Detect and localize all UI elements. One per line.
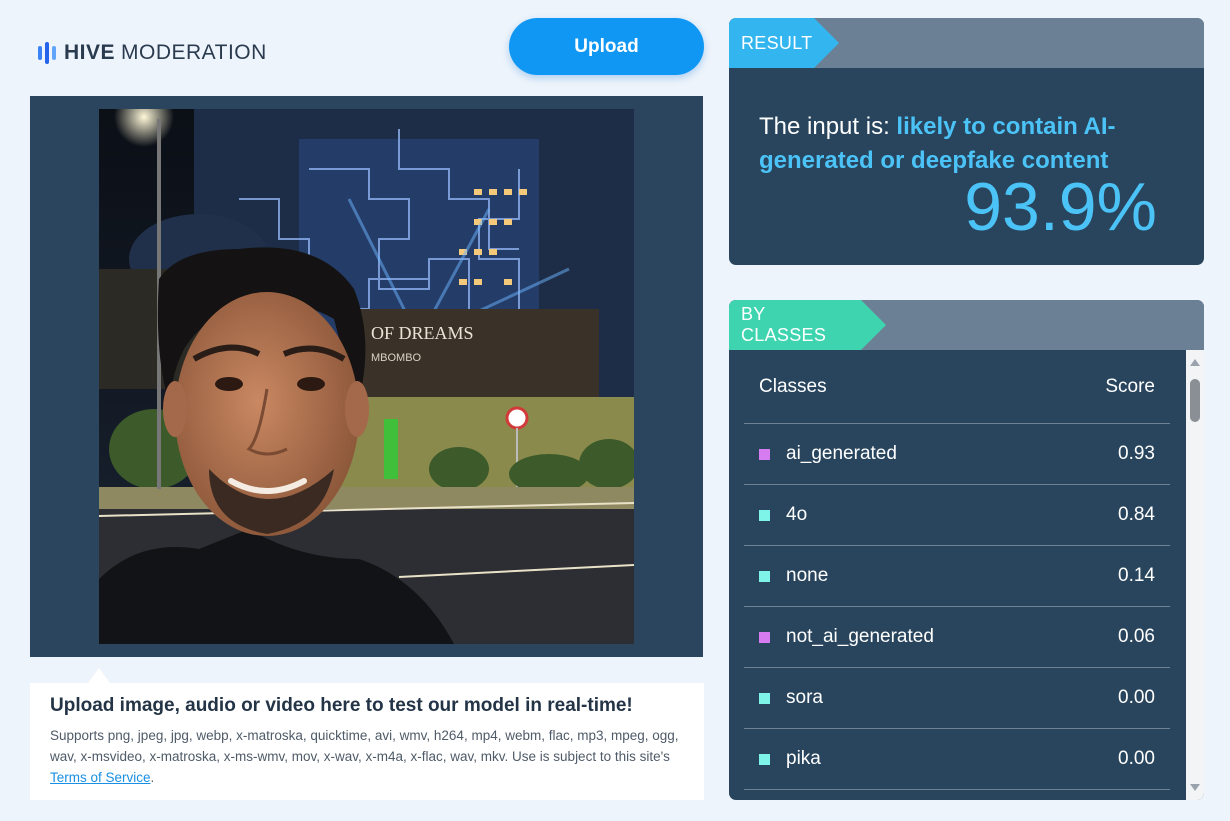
table-row: ai_generated 0.93 <box>744 424 1170 485</box>
info-pointer <box>88 668 110 683</box>
verdict-prefix: The input is: <box>759 113 897 140</box>
table-row: none 0.14 <box>744 546 1170 607</box>
class-color-swatch <box>759 753 770 765</box>
class-name: not_ai_generated <box>786 626 934 647</box>
table-row: 4o 0.84 <box>744 485 1170 546</box>
class-score: 0.00 <box>1118 687 1155 708</box>
classes-table: Classes Score ai_generated 0.93 4o 0.84 … <box>744 350 1170 790</box>
supported-formats: Supports png, jpeg, jpg, webp, x-matrosk… <box>50 728 679 764</box>
class-color-swatch <box>759 570 770 582</box>
table-row: not_ai_generated 0.06 <box>744 607 1170 668</box>
class-name: pika <box>786 748 821 769</box>
by-classes-tag: BY CLASSES <box>729 300 886 350</box>
class-color-swatch <box>759 509 770 521</box>
table-row: sora 0.00 <box>744 668 1170 729</box>
column-classes: Classes <box>759 375 827 397</box>
class-score: 0.14 <box>1118 565 1155 586</box>
class-score: 0.93 <box>1118 443 1155 464</box>
upload-info-title: Upload image, audio or video here to tes… <box>50 695 633 716</box>
class-color-swatch <box>759 631 770 643</box>
column-score: Score <box>1105 375 1155 397</box>
by-classes-panel: BY CLASSES Classes Score ai_generated 0.… <box>729 300 1204 800</box>
sign-text: OF DREAMS <box>371 323 474 343</box>
upload-info: Upload image, audio or video here to tes… <box>30 683 704 800</box>
result-tag: RESULT <box>729 18 839 68</box>
result-panel: RESULT The input is: likely to contain A… <box>729 18 1204 265</box>
classes-table-header: Classes Score <box>744 350 1170 424</box>
result-percent: 93.9% <box>964 169 1157 245</box>
table-row: pika 0.00 <box>744 729 1170 790</box>
class-name: ai_generated <box>786 443 897 464</box>
class-name: sora <box>786 687 823 708</box>
media-preview: OF DREAMS MBOMBO <box>30 96 703 657</box>
scrollbar-thumb[interactable] <box>1190 379 1200 422</box>
by-classes-header: BY CLASSES <box>729 300 1204 350</box>
brand-name: HIVE MODERATION <box>64 41 267 64</box>
uploaded-image: OF DREAMS MBOMBO <box>99 109 634 644</box>
class-score: 0.00 <box>1118 748 1155 769</box>
terms-of-service-link[interactable]: Terms of Service <box>50 770 151 785</box>
class-name: none <box>786 565 829 586</box>
upload-button[interactable]: Upload <box>509 18 704 75</box>
upload-info-text: Supports png, jpeg, jpg, webp, x-matrosk… <box>50 728 679 785</box>
scroll-up-arrow-icon[interactable] <box>1190 359 1200 366</box>
class-score: 0.84 <box>1118 504 1155 525</box>
class-name: 4o <box>786 504 808 525</box>
class-color-swatch <box>759 448 770 460</box>
scroll-down-arrow-icon[interactable] <box>1190 784 1200 791</box>
class-score: 0.06 <box>1118 626 1155 647</box>
classes-scrollbar[interactable] <box>1186 350 1204 800</box>
hive-logo-icon <box>38 42 56 64</box>
class-color-swatch <box>759 692 770 704</box>
result-panel-header: RESULT <box>729 18 1204 68</box>
sign-subtext: MBOMBO <box>371 352 422 364</box>
hive-logo[interactable]: HIVE MODERATION <box>38 40 267 66</box>
